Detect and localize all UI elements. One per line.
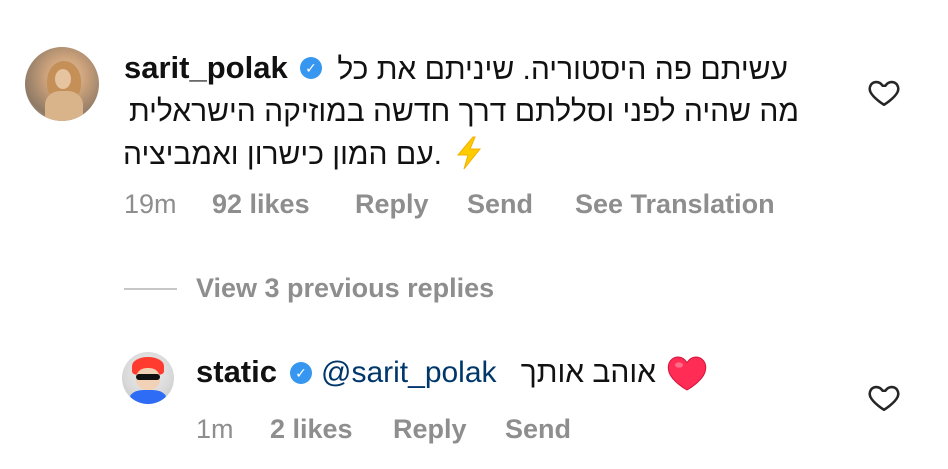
avatar-static[interactable]: [122, 352, 174, 404]
verified-badge-icon: ✓: [290, 362, 312, 384]
likes-count[interactable]: 92 likes: [212, 189, 310, 219]
reply-label[interactable]: Reply: [355, 189, 429, 219]
send-button[interactable]: Send: [467, 191, 533, 218]
verified-badge-icon: ✓: [300, 57, 322, 79]
reply-button[interactable]: Reply: [355, 191, 429, 218]
avatar-body: [45, 91, 83, 121]
comment-text-line-3: .עם המון כישרון ואמביציה: [123, 138, 442, 171]
reply-likes-count[interactable]: 2 likes: [270, 414, 353, 444]
mention-link[interactable]: @sarit_polak: [321, 358, 497, 388]
comment-text-line-1: עשיתם פה היסטוריה. שיניתם את כל: [337, 53, 788, 86]
red-heart-emoji: [667, 354, 707, 392]
reply-likes[interactable]: 2 likes: [270, 416, 353, 443]
like-comment-button[interactable]: [867, 75, 901, 109]
view-previous-replies-button[interactable]: View 3 previous replies: [196, 273, 494, 304]
avatar-sarit-polak[interactable]: [25, 47, 99, 121]
comment-likes[interactable]: 92 likes: [212, 191, 310, 218]
see-translation-button[interactable]: See Translation: [575, 191, 775, 218]
reply-text: אוהב אותך: [520, 356, 656, 389]
reply-send-label[interactable]: Send: [505, 414, 571, 444]
reply-reply-button[interactable]: Reply: [393, 416, 467, 443]
reply-reply-label[interactable]: Reply: [393, 414, 467, 444]
comment-text-line-2: מה שהיה לפני וסללתם דרך חדשה במוזיקה היש…: [129, 95, 799, 128]
replies-divider: [124, 288, 177, 290]
like-reply-button[interactable]: [867, 380, 901, 414]
reply-time: 1m: [196, 414, 234, 444]
lightning-emoji: [455, 136, 483, 170]
comment-username[interactable]: sarit_polak: [124, 52, 288, 83]
reply-username[interactable]: static: [196, 356, 277, 387]
comment-time: 19m: [124, 189, 177, 219]
send-label[interactable]: Send: [467, 189, 533, 219]
avatar-shirt: [130, 390, 166, 404]
see-translation-label[interactable]: See Translation: [575, 189, 775, 219]
avatar-face: [55, 69, 71, 89]
reply-send-button[interactable]: Send: [505, 416, 571, 443]
avatar-glasses: [136, 374, 160, 380]
